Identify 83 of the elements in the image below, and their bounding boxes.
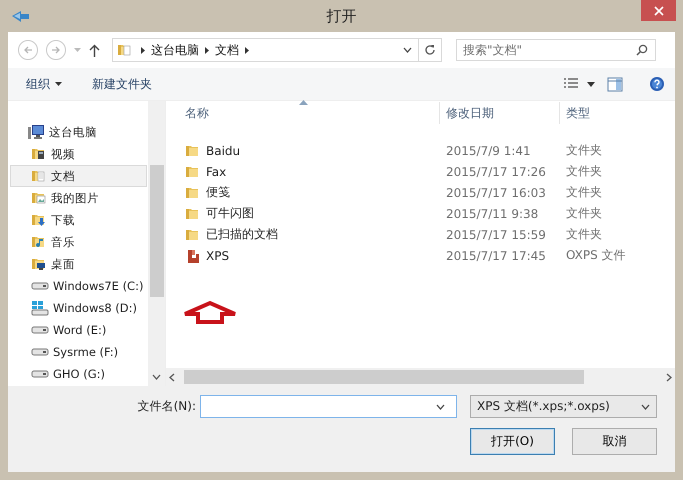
column-header[interactable]: 修改日期 [440, 102, 560, 124]
sidebar-item[interactable]: 音乐 [10, 231, 147, 253]
chevron-icon[interactable] [141, 46, 145, 54]
computer-icon [27, 124, 45, 140]
sidebar-item[interactable]: Windows8 (D:) [10, 297, 147, 319]
left-arrow-icon [23, 45, 33, 55]
breadcrumb[interactable]: 这台电脑 [151, 42, 199, 58]
right-arrow-icon [51, 45, 61, 55]
scroll-down-icon[interactable] [152, 374, 161, 380]
sidebar-item[interactable]: Windows7E (C:) [10, 275, 147, 297]
picture-folder-icon [31, 190, 47, 206]
xps-file-icon [185, 248, 201, 264]
download-folder-icon [31, 212, 47, 228]
date-modified: 2015/7/17 16:03 [445, 186, 547, 200]
sidebar-item[interactable]: 这台电脑 [10, 121, 147, 143]
file-name[interactable]: 可牛闪图 [166, 205, 440, 222]
sidebar-item[interactable]: 视频 [10, 143, 147, 165]
organize-button[interactable]: 组织 [26, 72, 62, 96]
date-modified: 2015/7/17 17:45 [445, 248, 547, 262]
chevron-icon[interactable] [205, 46, 209, 54]
music-folder-icon [31, 234, 47, 250]
file-name[interactable]: XPS [166, 248, 440, 264]
file-name[interactable]: 便笺 [166, 184, 440, 201]
up-arrow-icon[interactable] [89, 44, 100, 56]
new-folder-button[interactable]: 新建文件夹 [92, 72, 152, 96]
window-title: 打开 [326, 6, 358, 26]
file-type: OXPS 文件 [565, 247, 627, 264]
date-modified: 2015/7/11 9:38 [445, 206, 540, 220]
file-type: 文件夹 [565, 184, 603, 201]
filename-label: 文件名(N): [138, 398, 196, 415]
sidebar-item[interactable]: 文档 [10, 165, 147, 187]
dropdown-chevron-icon [641, 404, 650, 410]
sidebar-item[interactable]: Sysrme (F:) [10, 341, 147, 363]
file-type: 文件夹 [565, 226, 603, 243]
dropdown-chevron-icon [436, 404, 445, 410]
scrollbar[interactable] [148, 101, 165, 386]
drive-icon [31, 326, 49, 334]
search-field[interactable]: 搜索"文档" [456, 39, 656, 61]
close-button[interactable] [641, 0, 676, 21]
sidebar-item[interactable]: 下载 [10, 209, 147, 231]
column-header[interactable]: 类型 [560, 102, 675, 124]
column-header[interactable]: 名称 [166, 102, 440, 124]
refresh-icon [424, 44, 436, 56]
annotation-arrow-icon [182, 300, 238, 324]
desktop-folder-icon [31, 256, 47, 272]
open-button[interactable]: 打开(O) [470, 428, 555, 454]
caret-icon[interactable] [587, 82, 595, 86]
sidebar-item[interactable]: 桌面 [10, 253, 147, 275]
preview-pane-icon[interactable] [607, 76, 623, 92]
file-type: 文件夹 [565, 142, 603, 159]
file-name[interactable]: 已扫描的文档 [166, 226, 440, 243]
app-icon [10, 9, 30, 23]
date-modified: 2015/7/17 17:26 [445, 164, 547, 178]
windows-drive-icon [31, 300, 49, 316]
dropdown-chevron-icon[interactable] [403, 47, 412, 53]
drive-icon [31, 282, 49, 290]
scroll-right-icon[interactable] [666, 372, 672, 382]
filename-field[interactable] [200, 395, 457, 418]
video-folder-icon [31, 146, 47, 162]
file-name[interactable]: Fax [166, 164, 440, 180]
file-type: 文件夹 [565, 205, 603, 222]
document-folder-icon [31, 168, 47, 184]
file-name[interactable]: Baidu [166, 142, 440, 158]
address-bar[interactable]: 这台电脑 文档 [112, 38, 442, 62]
horizontal-scrollbar[interactable] [166, 368, 675, 386]
cancel-button[interactable]: 取消 [572, 428, 657, 454]
search-icon [636, 44, 648, 56]
caret-icon [55, 82, 62, 86]
sidebar-item[interactable]: Word (E:) [10, 319, 147, 341]
folder-icon [117, 42, 133, 58]
date-modified: 2015/7/9 1:41 [445, 144, 532, 158]
file-type-dropdown[interactable]: XPS 文档(*.xps;*.oxps) [470, 395, 657, 418]
scroll-left-icon[interactable] [169, 372, 175, 382]
drive-icon [31, 370, 49, 378]
date-modified: 2015/7/17 15:59 [445, 228, 547, 242]
drive-icon [31, 348, 49, 356]
breadcrumb[interactable]: 文档 [215, 42, 239, 58]
sidebar-item[interactable]: GHO (G:) [10, 363, 147, 385]
sidebar-item[interactable]: 我的图片 [10, 187, 147, 209]
close-icon [654, 6, 664, 16]
chevron-icon[interactable] [245, 46, 249, 54]
file-type: 文件夹 [565, 163, 603, 180]
help-icon[interactable] [649, 76, 665, 92]
